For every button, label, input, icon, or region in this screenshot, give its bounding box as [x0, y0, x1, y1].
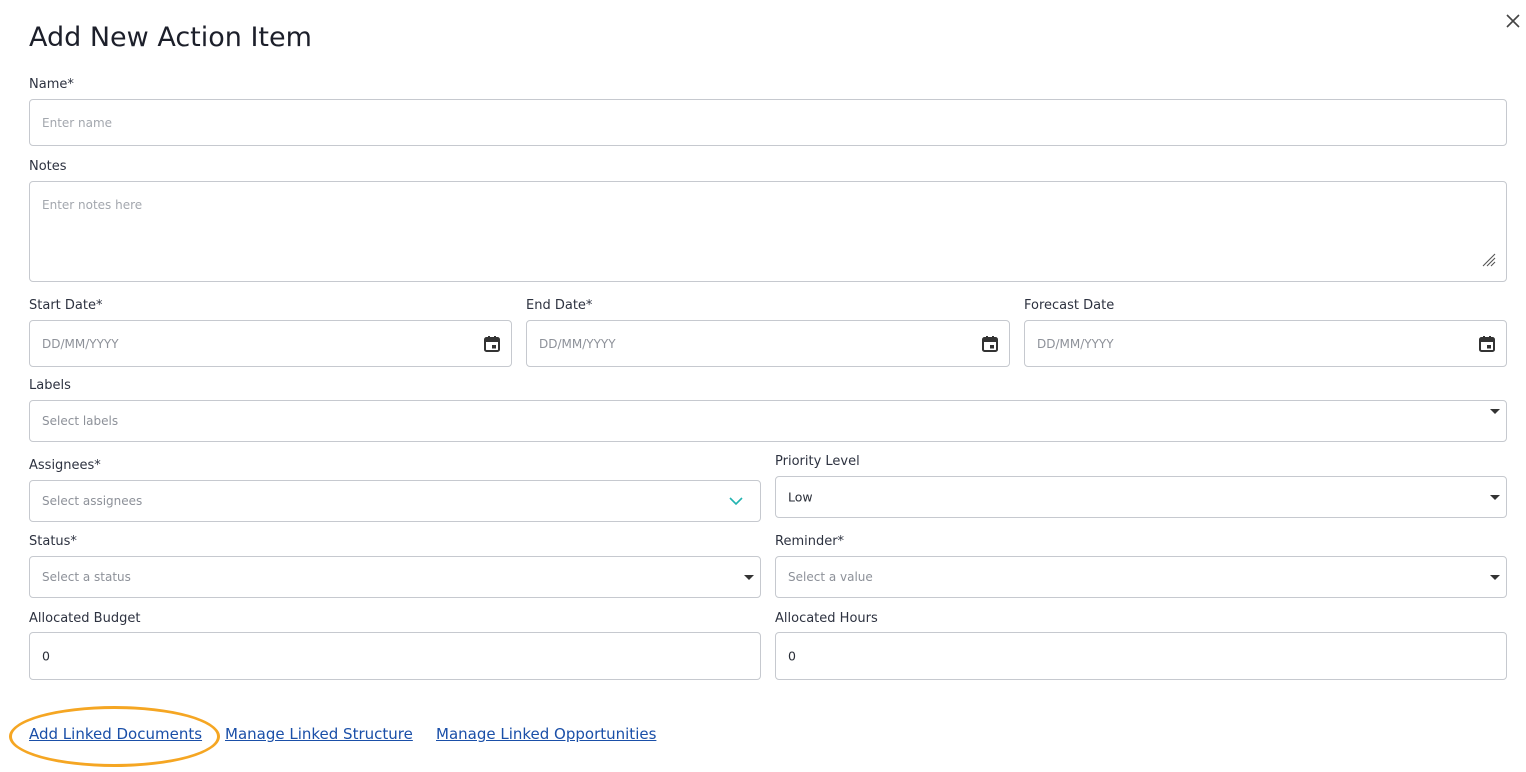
caret-down-icon[interactable] [1490, 575, 1500, 580]
hours-value[interactable]: 0 [788, 649, 796, 664]
budget-field[interactable]: 0 [29, 632, 761, 680]
caret-down-icon[interactable] [744, 575, 754, 580]
budget-label: Allocated Budget [29, 611, 141, 626]
notes-field[interactable] [29, 181, 1507, 282]
start-date-placeholder: DD/MM/YYYY [42, 336, 119, 351]
add-action-item-dialog: Add New Action Item Name* Notes Start Da… [0, 0, 1526, 772]
assignees-label: Assignees* [29, 458, 101, 473]
chevron-down-icon[interactable] [729, 496, 743, 506]
reminder-placeholder: Select a value [788, 570, 873, 584]
status-label: Status* [29, 534, 77, 549]
notes-textarea[interactable] [30, 182, 1506, 281]
start-date-field[interactable]: DD/MM/YYYY [29, 320, 512, 367]
name-field[interactable] [29, 99, 1507, 146]
priority-select[interactable]: Low [775, 476, 1507, 518]
caret-down-icon[interactable] [1490, 495, 1500, 500]
name-input[interactable] [30, 100, 1506, 145]
budget-value[interactable]: 0 [42, 649, 50, 664]
status-select[interactable]: Select a status [29, 556, 761, 598]
reminder-select[interactable]: Select a value [775, 556, 1507, 598]
assignees-select[interactable]: Select assignees [29, 480, 761, 522]
end-date-field[interactable]: DD/MM/YYYY [526, 320, 1010, 367]
name-label: Name* [29, 77, 74, 92]
manage-linked-structure-link[interactable]: Manage Linked Structure [225, 725, 413, 743]
manage-linked-opportunities-link[interactable]: Manage Linked Opportunities [436, 725, 656, 743]
labels-placeholder: Select labels [42, 414, 119, 428]
priority-value: Low [788, 489, 813, 505]
dialog-title: Add New Action Item [29, 22, 312, 53]
end-date-placeholder: DD/MM/YYYY [539, 336, 616, 351]
caret-down-icon[interactable] [1490, 409, 1500, 414]
hours-field[interactable]: 0 [775, 632, 1507, 680]
assignees-placeholder: Select assignees [42, 494, 143, 508]
notes-label: Notes [29, 159, 67, 174]
priority-label: Priority Level [775, 454, 860, 469]
end-date-label: End Date* [526, 298, 593, 313]
add-linked-documents-link[interactable]: Add Linked Documents [29, 725, 202, 743]
labels-select[interactable]: Select labels [29, 400, 1507, 442]
start-date-label: Start Date* [29, 298, 103, 313]
close-icon[interactable] [1504, 12, 1522, 30]
reminder-label: Reminder* [775, 534, 845, 549]
labels-label: Labels [29, 378, 71, 393]
forecast-date-field[interactable]: DD/MM/YYYY [1024, 320, 1507, 367]
forecast-date-label: Forecast Date [1024, 298, 1115, 313]
status-placeholder: Select a status [42, 570, 131, 584]
hours-label: Allocated Hours [775, 611, 878, 626]
forecast-date-placeholder: DD/MM/YYYY [1037, 336, 1114, 351]
calendar-icon[interactable] [483, 335, 501, 353]
calendar-icon[interactable] [981, 335, 999, 353]
resize-handle-icon[interactable] [1482, 253, 1496, 267]
calendar-icon[interactable] [1478, 335, 1496, 353]
